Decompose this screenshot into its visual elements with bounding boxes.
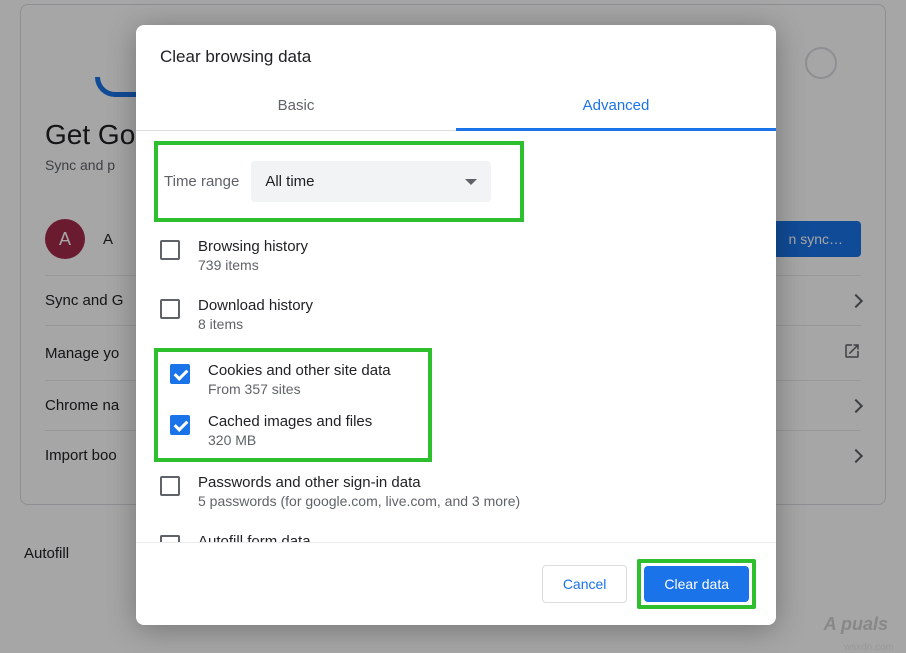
- download-history-detail: 8 items: [198, 316, 313, 332]
- timerange-selected: All time: [265, 173, 314, 190]
- chevron-down-icon: [465, 179, 477, 185]
- timerange-highlight: Time range All time: [154, 141, 524, 222]
- cached-row[interactable]: Cached images and files 320 MB: [160, 405, 426, 456]
- download-history-title: Download history: [198, 297, 313, 314]
- dialog-header: Clear browsing data: [136, 25, 776, 83]
- tab-advanced[interactable]: Advanced: [456, 83, 776, 131]
- tab-basic[interactable]: Basic: [136, 83, 456, 130]
- timerange-dropdown[interactable]: All time: [251, 161, 491, 202]
- wsxdn-label: wsxdn.com: [844, 642, 894, 653]
- passwords-row[interactable]: Passwords and other sign-in data 5 passw…: [154, 462, 770, 521]
- dialog-footer: Cancel Clear data: [136, 542, 776, 625]
- cached-checkbox[interactable]: [170, 415, 190, 435]
- autofill-row[interactable]: Autofill form data: [154, 521, 770, 542]
- dialog-body[interactable]: Time range All time Browsing history 739…: [136, 131, 776, 542]
- cancel-button[interactable]: Cancel: [542, 565, 628, 603]
- download-history-row[interactable]: Download history 8 items: [154, 285, 770, 344]
- dialog-tabs: Basic Advanced: [136, 83, 776, 131]
- browsing-history-title: Browsing history: [198, 238, 308, 255]
- dialog-title: Clear browsing data: [160, 47, 752, 67]
- browsing-history-detail: 739 items: [198, 257, 308, 273]
- passwords-checkbox[interactable]: [160, 476, 180, 496]
- cookies-title: Cookies and other site data: [208, 362, 391, 379]
- passwords-title: Passwords and other sign-in data: [198, 474, 520, 491]
- cached-title: Cached images and files: [208, 413, 372, 430]
- autofill-checkbox[interactable]: [160, 535, 180, 542]
- browsing-history-row[interactable]: Browsing history 739 items: [154, 226, 770, 285]
- cached-detail: 320 MB: [208, 432, 372, 448]
- clear-data-button[interactable]: Clear data: [644, 566, 749, 602]
- browsing-history-checkbox[interactable]: [160, 240, 180, 260]
- timerange-label: Time range: [164, 173, 239, 190]
- passwords-detail: 5 passwords (for google.com, live.com, a…: [198, 493, 520, 509]
- cookies-checkbox[interactable]: [170, 364, 190, 384]
- cookies-detail: From 357 sites: [208, 381, 391, 397]
- clear-data-highlight: Clear data: [637, 559, 756, 609]
- autofill-title: Autofill form data: [198, 533, 311, 542]
- clear-browsing-data-dialog: Clear browsing data Basic Advanced Time …: [136, 25, 776, 625]
- cookies-cache-highlight: Cookies and other site data From 357 sit…: [154, 348, 432, 462]
- cookies-row[interactable]: Cookies and other site data From 357 sit…: [160, 354, 426, 405]
- watermark: A puals: [824, 614, 888, 635]
- download-history-checkbox[interactable]: [160, 299, 180, 319]
